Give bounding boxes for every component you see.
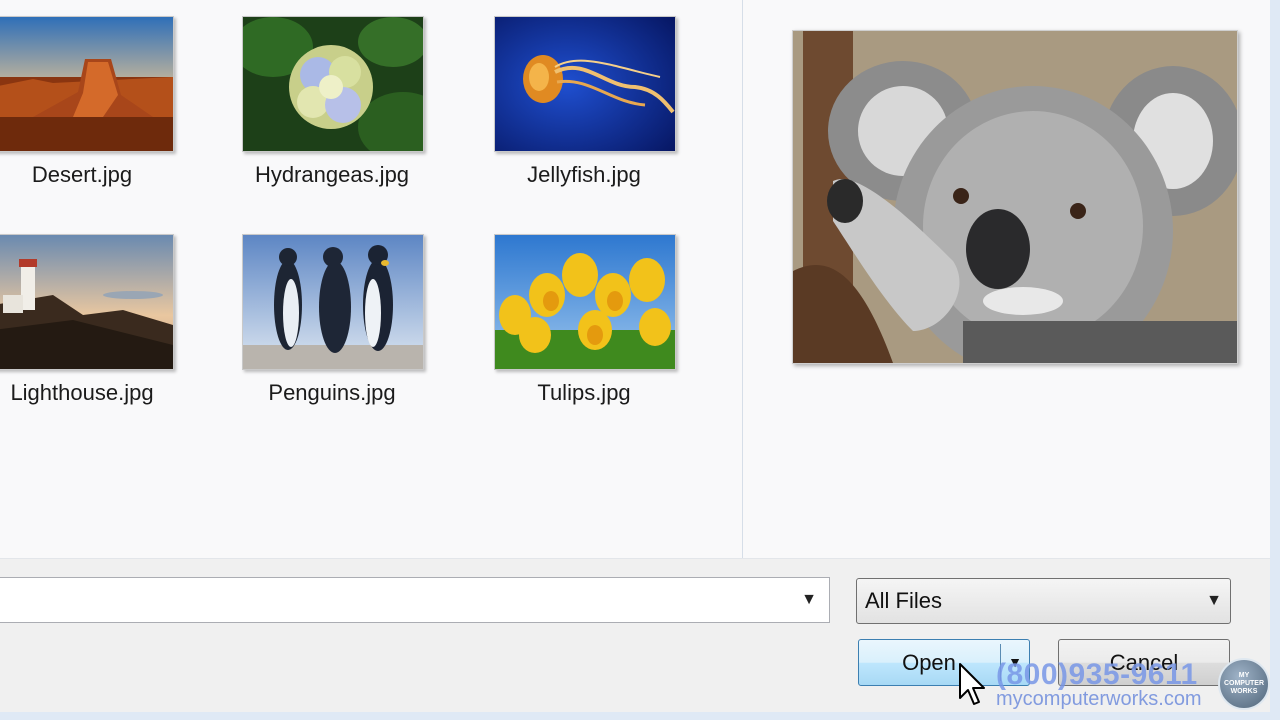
jellyfish-thumbnail	[494, 16, 676, 152]
file-name: Lighthouse.jpg	[10, 380, 154, 405]
watermark-url: mycomputerworks.com	[996, 688, 1202, 710]
file-item-lighthouse[interactable]: Lighthouse.jpg	[0, 234, 192, 434]
window-edge	[1270, 0, 1280, 712]
file-type-selected: All Files	[865, 588, 943, 613]
file-open-dialog: Desert.jpg Hydrangeas.jpg Jellyfish.jpg …	[0, 0, 1280, 712]
file-name-combobox[interactable]: ▼	[0, 577, 830, 623]
watermark-logo: MY COMPUTER WORKS	[1218, 658, 1270, 710]
mouse-pointer-icon	[959, 663, 985, 705]
hydrangeas-thumbnail	[242, 16, 424, 152]
file-list-pane: Desert.jpg Hydrangeas.jpg Jellyfish.jpg …	[0, 0, 742, 558]
penguins-thumbnail	[242, 234, 424, 370]
file-item-penguins[interactable]: Penguins.jpg	[222, 234, 442, 434]
lighthouse-thumbnail	[0, 234, 174, 370]
watermark-phone: (800)935-9611	[996, 658, 1198, 691]
desert-thumbnail	[0, 16, 174, 152]
file-name: Tulips.jpg	[537, 380, 631, 405]
tulips-thumbnail	[494, 234, 676, 370]
file-item-tulips[interactable]: Tulips.jpg	[474, 234, 694, 434]
logo-line: WORKS	[1230, 688, 1258, 695]
koala-preview	[792, 30, 1238, 364]
logo-line: MY	[1238, 672, 1250, 679]
file-name: Desert.jpg	[31, 162, 133, 187]
pane-bottom-border	[0, 558, 1270, 559]
file-name-input[interactable]	[0, 578, 780, 622]
logo-line: COMPUTER	[1223, 680, 1265, 687]
file-item-desert[interactable]: Desert.jpg	[0, 16, 192, 216]
dropdown-arrow-icon: ▼	[1206, 592, 1222, 609]
file-name: Penguins.jpg	[268, 380, 396, 405]
file-type-dropdown[interactable]: All Files ▼	[856, 578, 1231, 624]
file-name: Hydrangeas.jpg	[254, 162, 410, 187]
dropdown-arrow-icon[interactable]: ▼	[789, 578, 829, 622]
file-item-jellyfish[interactable]: Jellyfish.jpg	[474, 16, 694, 216]
file-name: Jellyfish.jpg	[527, 162, 641, 187]
file-item-hydrangeas[interactable]: Hydrangeas.jpg	[222, 16, 442, 216]
